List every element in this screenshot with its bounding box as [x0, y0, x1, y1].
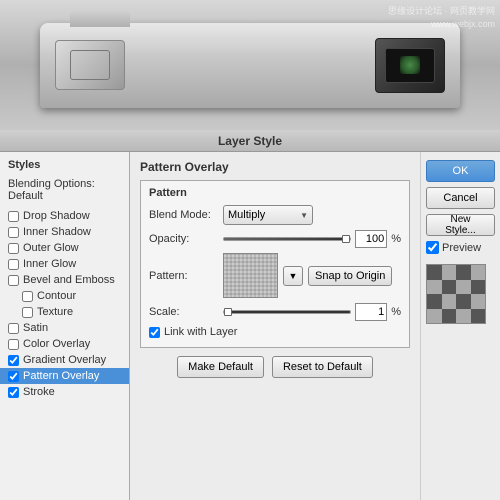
style-item-bevel-emboss[interactable]: Bevel and Emboss — [0, 272, 129, 288]
camera-top-bump — [70, 11, 130, 27]
cancel-button[interactable]: Cancel — [426, 187, 495, 209]
scale-label: Scale: — [149, 306, 219, 318]
bottom-buttons: Make Default Reset to Default — [140, 356, 410, 378]
style-item-color-overlay[interactable]: Color Overlay — [0, 336, 129, 352]
style-item-contour[interactable]: Contour — [0, 288, 129, 304]
opacity-label: Opacity: — [149, 233, 219, 245]
style-item-drop-shadow[interactable]: Drop Shadow — [0, 208, 129, 224]
bevel-emboss-checkbox[interactable] — [8, 275, 19, 286]
opacity-slider-thumb[interactable] — [342, 235, 350, 243]
scale-slider-thumb[interactable] — [224, 308, 232, 316]
color-overlay-checkbox[interactable] — [8, 339, 19, 350]
reset-to-default-button[interactable]: Reset to Default — [272, 356, 373, 378]
satin-checkbox[interactable] — [8, 323, 19, 334]
scale-slider-container — [223, 310, 351, 314]
gradient-overlay-checkbox[interactable] — [8, 355, 19, 366]
camera-lens — [55, 40, 125, 90]
snap-to-origin-button[interactable]: Snap to Origin — [308, 266, 392, 286]
scale-slider[interactable] — [223, 310, 351, 314]
opacity-slider[interactable] — [223, 237, 351, 241]
pattern-subsection: Pattern Blend Mode: Multiply ▼ Opacity: — [140, 180, 410, 348]
style-item-gradient-overlay[interactable]: Gradient Overlay — [0, 352, 129, 368]
style-item-texture[interactable]: Texture — [0, 304, 129, 320]
dialog-area: Layer Style Styles Blending Options: Def… — [0, 130, 500, 500]
make-default-button[interactable]: Make Default — [177, 356, 264, 378]
inner-glow-checkbox[interactable] — [8, 259, 19, 270]
camera-body — [40, 23, 460, 108]
blend-mode-row: Blend Mode: Multiply ▼ — [149, 205, 401, 225]
camera-lens-inner — [70, 50, 110, 80]
blend-options-item[interactable]: Blending Options: Default — [0, 176, 129, 204]
new-style-button[interactable]: New Style... — [426, 214, 495, 236]
opacity-slider-container — [223, 237, 351, 241]
ok-button[interactable]: OK — [426, 160, 495, 182]
dropdown-arrow-icon: ▼ — [300, 211, 308, 220]
pattern-picker-button[interactable]: ▼ — [283, 266, 303, 286]
right-panel: OK Cancel New Style... Preview — [420, 152, 500, 500]
dialog-titlebar: Layer Style — [0, 130, 500, 152]
styles-panel: Styles Blending Options: Default Drop Sh… — [0, 152, 130, 500]
subsection-title: Pattern — [149, 187, 401, 199]
texture-checkbox[interactable] — [22, 307, 33, 318]
contour-checkbox[interactable] — [22, 291, 33, 302]
opacity-unit: % — [391, 233, 401, 245]
link-with-layer-row: Link with Layer — [149, 326, 401, 338]
outer-glow-checkbox[interactable] — [8, 243, 19, 254]
inner-shadow-checkbox[interactable] — [8, 227, 19, 238]
camera-viewfinder — [385, 48, 435, 83]
scale-row: Scale: 1 % — [149, 303, 401, 321]
opacity-value[interactable]: 100 — [355, 230, 387, 248]
pattern-label: Pattern: — [149, 270, 219, 282]
blend-mode-dropdown[interactable]: Multiply ▼ — [223, 205, 313, 225]
styles-header: Styles — [0, 157, 129, 173]
dialog-content: Styles Blending Options: Default Drop Sh… — [0, 152, 500, 500]
style-item-inner-glow[interactable]: Inner Glow — [0, 256, 129, 272]
scale-unit: % — [391, 306, 401, 318]
main-panel: Pattern Overlay Pattern Blend Mode: Mult… — [130, 152, 420, 500]
link-with-layer-checkbox[interactable] — [149, 327, 160, 338]
preview-checkbox[interactable] — [426, 241, 439, 254]
blend-mode-label: Blend Mode: — [149, 209, 219, 221]
preview-swatch — [426, 264, 486, 324]
preview-row: Preview — [426, 241, 495, 254]
opacity-row: Opacity: 100 % — [149, 230, 401, 248]
link-with-layer-label: Link with Layer — [164, 326, 237, 338]
opacity-slider-fill — [224, 238, 350, 240]
pattern-preview-swatch[interactable] — [223, 253, 278, 298]
section-title: Pattern Overlay — [140, 160, 410, 174]
style-item-stroke[interactable]: Stroke — [0, 384, 129, 400]
scale-value[interactable]: 1 — [355, 303, 387, 321]
dialog-title: Layer Style — [218, 134, 282, 148]
preview-label: Preview — [442, 242, 481, 254]
camera-viewfinder-housing — [375, 38, 445, 93]
stroke-checkbox[interactable] — [8, 387, 19, 398]
pattern-preview-area: ▼ Snap to Origin — [223, 253, 392, 298]
style-item-pattern-overlay[interactable]: Pattern Overlay — [0, 368, 129, 384]
camera-area: 思缘设计论坛 · 网页教学网 www.webjx.com — [0, 0, 500, 130]
camera-left-controls — [55, 40, 125, 90]
pattern-overlay-checkbox[interactable] — [8, 371, 19, 382]
drop-shadow-checkbox[interactable] — [8, 211, 19, 222]
camera-viewfinder-lens — [400, 56, 420, 74]
pattern-row: Pattern: ▼ Snap to Origin — [149, 253, 401, 298]
style-item-satin[interactable]: Satin — [0, 320, 129, 336]
style-item-inner-shadow[interactable]: Inner Shadow — [0, 224, 129, 240]
style-item-outer-glow[interactable]: Outer Glow — [0, 240, 129, 256]
watermark: 思缘设计论坛 · 网页教学网 www.webjx.com — [388, 5, 495, 30]
